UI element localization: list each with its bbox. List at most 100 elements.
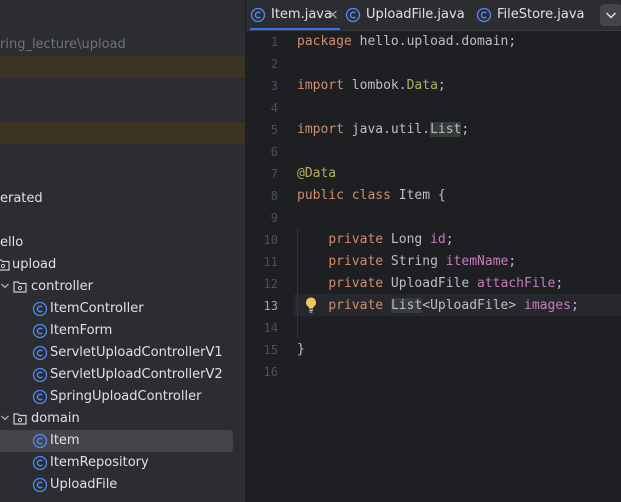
- keyword: package: [297, 34, 352, 49]
- code-text: ;: [445, 232, 454, 247]
- editor-tab-bar: Item.java × UploadFile.java FileStore.ja…: [246, 0, 621, 31]
- tree-item-label: controller: [31, 279, 94, 294]
- code-text: ;: [437, 78, 446, 93]
- code-text: lombok.: [343, 78, 407, 93]
- code-line-3[interactable]: import lombok.Data;: [297, 75, 446, 97]
- line-number: 14: [263, 321, 278, 335]
- line-number: 9: [270, 211, 278, 225]
- code-text: Item {: [390, 188, 446, 203]
- code-line-13[interactable]: private List<UploadFile> images;: [297, 295, 579, 317]
- package-folder-icon: [13, 281, 27, 293]
- code-text: hello.upload.domain;: [351, 34, 517, 49]
- class-c-icon: [32, 301, 48, 317]
- class-c-icon: [345, 7, 361, 23]
- line-number: 12: [263, 277, 278, 291]
- keyword: private: [328, 298, 384, 313]
- close-icon[interactable]: ×: [327, 0, 339, 30]
- code-line-12[interactable]: private UploadFile attachFile;: [297, 273, 563, 295]
- keyword: private: [328, 232, 384, 247]
- highlighted-usage: List: [430, 122, 462, 137]
- tree-item-label: Item: [50, 433, 80, 448]
- tree-item-label: SpringUploadController: [50, 389, 202, 404]
- class-c-icon: [476, 7, 492, 23]
- chevron-down-icon[interactable]: [0, 281, 10, 291]
- class-c-icon: [32, 367, 48, 383]
- line-number: 5: [270, 123, 278, 137]
- line-number: 16: [263, 365, 278, 379]
- code-text: }: [297, 342, 305, 357]
- keyword: public class: [297, 188, 391, 203]
- code-text: ;: [555, 276, 564, 291]
- code-text: Long: [383, 232, 431, 247]
- code-text: UploadFile: [383, 276, 478, 291]
- class-c-icon: [32, 389, 48, 405]
- code-text: <UploadFile>: [422, 298, 524, 313]
- line-number: 2: [270, 57, 278, 71]
- code-text: String: [383, 254, 446, 269]
- chevron-down-icon: [605, 12, 617, 19]
- line-number: 1: [270, 35, 278, 49]
- field-name: attachFile: [477, 276, 556, 291]
- class-c-icon: [32, 477, 48, 493]
- line-number: 10: [263, 233, 278, 247]
- field-name: id: [430, 232, 446, 247]
- chevron-down-icon[interactable]: [0, 413, 10, 423]
- tree-item-label: ServletUploadControllerV2: [50, 367, 223, 382]
- tree-row-highlight: [0, 122, 245, 144]
- line-number-current: 13: [263, 299, 278, 313]
- code-line-15[interactable]: }: [297, 339, 305, 361]
- code-line-7[interactable]: @Data: [297, 163, 336, 185]
- tab-label: FileStore.java: [497, 7, 585, 22]
- line-number: 4: [270, 101, 278, 115]
- line-number: 15: [263, 343, 278, 357]
- highlighted-usage: List: [390, 298, 423, 313]
- project-path-label: ring_lecture\upload: [0, 37, 126, 52]
- tree-item-label: ItemController: [50, 301, 144, 316]
- code-line-10[interactable]: private Long id;: [297, 229, 454, 251]
- line-number-gutter[interactable]: 1 2 3 4 5 6 7 8 9 10 11 12 13 14 15 16: [246, 31, 294, 502]
- package-folder-icon: [13, 413, 27, 425]
- code-editor[interactable]: Item.java × UploadFile.java FileStore.ja…: [246, 0, 621, 502]
- package-folder-icon: [0, 259, 10, 271]
- tree-item-label: UploadFile: [50, 477, 118, 492]
- field-name: itemName: [445, 254, 509, 269]
- code-text: ;: [461, 122, 470, 137]
- line-number: 7: [270, 167, 278, 181]
- keyword: private: [328, 276, 384, 291]
- tab-filestore-java[interactable]: FileStore.java: [476, 0, 591, 30]
- code-line-11[interactable]: private String itemName;: [297, 251, 516, 273]
- tree-item-label: ello: [0, 235, 24, 250]
- code-text: ;: [508, 254, 517, 269]
- tab-uploadfile-java[interactable]: UploadFile.java: [345, 0, 470, 30]
- tree-item-label: ItemForm: [50, 323, 113, 338]
- more-tabs-button[interactable]: [600, 4, 621, 26]
- keyword: private: [328, 254, 384, 269]
- field-name: images: [524, 298, 571, 313]
- code-line-1[interactable]: package hello.upload.domain;: [297, 31, 516, 53]
- tab-label: Item.java: [271, 7, 332, 22]
- code-line-5[interactable]: import java.util.List;: [297, 119, 469, 141]
- annotation-name: Data: [406, 78, 438, 93]
- class-c-icon: [250, 7, 266, 23]
- class-c-icon: [32, 345, 48, 361]
- class-c-icon: [32, 433, 48, 449]
- line-number: 8: [270, 189, 278, 203]
- tree-row-highlight: [0, 56, 245, 78]
- code-text: java.util.: [343, 122, 431, 137]
- tree-item-label: erated: [0, 191, 43, 206]
- keyword: import: [297, 122, 344, 137]
- project-tree: ring_lecture\upload erated ello upload c…: [0, 0, 245, 502]
- line-number: 3: [270, 79, 278, 93]
- class-c-icon: [32, 455, 48, 471]
- tree-item-label: ServletUploadControllerV1: [50, 345, 223, 360]
- keyword: import: [297, 78, 344, 93]
- tree-item-label: domain: [31, 411, 80, 426]
- line-number: 11: [263, 255, 278, 269]
- code-line-8[interactable]: public class Item {: [297, 185, 446, 207]
- tab-label: UploadFile.java: [366, 7, 465, 22]
- tree-item-label: ItemRepository: [50, 455, 149, 470]
- tab-item-java[interactable]: Item.java ×: [250, 0, 340, 30]
- class-c-icon: [32, 323, 48, 339]
- code-text: ;: [570, 298, 579, 313]
- annotation: @Data: [297, 166, 337, 181]
